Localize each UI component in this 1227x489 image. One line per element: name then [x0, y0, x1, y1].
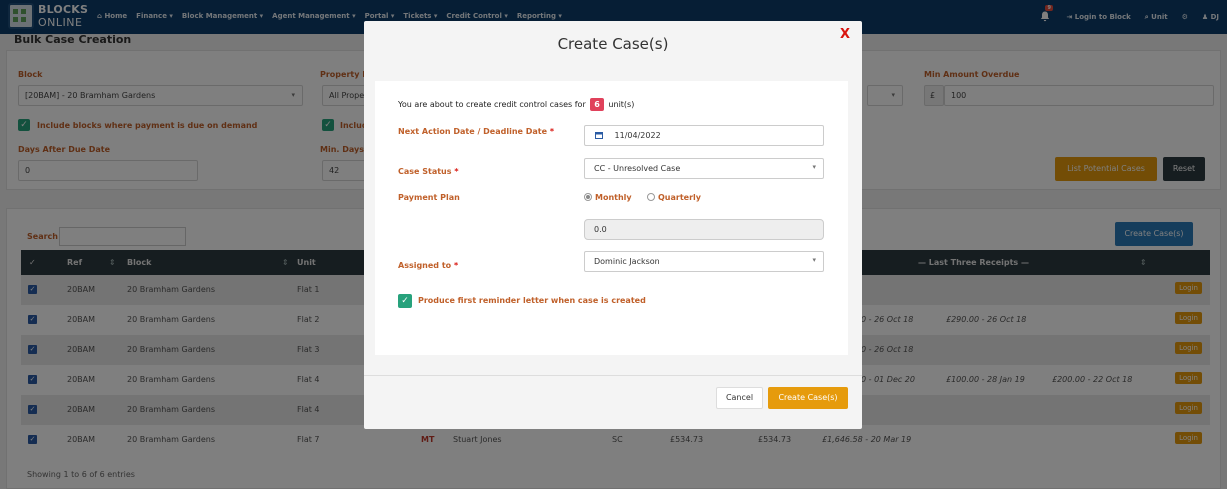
- quarterly-label: Quarterly: [658, 193, 701, 202]
- assigned-to-select[interactable]: Dominic Jackson ▾: [584, 251, 824, 272]
- calendar-icon: [595, 132, 603, 139]
- chevron-down-icon: ▾: [812, 256, 816, 264]
- monthly-label: Monthly: [595, 193, 632, 202]
- required-mark: *: [549, 127, 555, 136]
- chevron-down-icon: ▾: [812, 163, 816, 171]
- create-cases-button[interactable]: Create Case(s): [768, 387, 848, 409]
- reminder-letter-label: Produce first reminder letter when case …: [418, 296, 646, 305]
- deadline-date-input[interactable]: 11/04/2022: [584, 125, 824, 146]
- reminder-letter-checkbox[interactable]: ✓: [398, 294, 412, 308]
- monthly-radio[interactable]: Monthly: [584, 193, 632, 202]
- modal-body: You are about to create credit control c…: [375, 81, 848, 355]
- case-status-label-text: Case Status: [398, 167, 452, 176]
- assigned-to-label-text: Assigned to: [398, 261, 452, 270]
- radio-selected-icon: [584, 193, 592, 201]
- required-mark: *: [453, 261, 459, 270]
- assigned-to-value: Dominic Jackson: [594, 257, 660, 266]
- unit-count-badge: 6: [590, 98, 604, 111]
- quarterly-radio[interactable]: Quarterly: [647, 193, 701, 202]
- case-status-label: Case Status *: [398, 167, 459, 176]
- payment-plan-label: Payment Plan: [398, 193, 460, 202]
- modal-intro: You are about to create credit control c…: [398, 98, 634, 111]
- close-icon[interactable]: X: [840, 27, 850, 42]
- intro-text-before: You are about to create credit control c…: [398, 100, 586, 109]
- next-action-date-label-text: Next Action Date / Deadline Date: [398, 127, 548, 136]
- radio-unselected-icon: [647, 193, 655, 201]
- next-action-date-label: Next Action Date / Deadline Date *: [398, 127, 554, 136]
- create-cases-modal: Create Case(s) X You are about to create…: [364, 21, 862, 429]
- required-mark: *: [454, 167, 459, 176]
- cancel-button[interactable]: Cancel: [716, 387, 763, 409]
- assigned-to-label: Assigned to *: [398, 261, 458, 270]
- deadline-date-value: 11/04/2022: [614, 131, 661, 140]
- modal-title: Create Case(s): [557, 35, 669, 53]
- plan-amount-input[interactable]: 0.0: [584, 219, 824, 240]
- case-status-select[interactable]: CC - Unresolved Case ▾: [584, 158, 824, 179]
- modal-footer-divider: [364, 375, 862, 376]
- case-status-value: CC - Unresolved Case: [594, 164, 681, 173]
- intro-text-after: unit(s): [608, 100, 635, 109]
